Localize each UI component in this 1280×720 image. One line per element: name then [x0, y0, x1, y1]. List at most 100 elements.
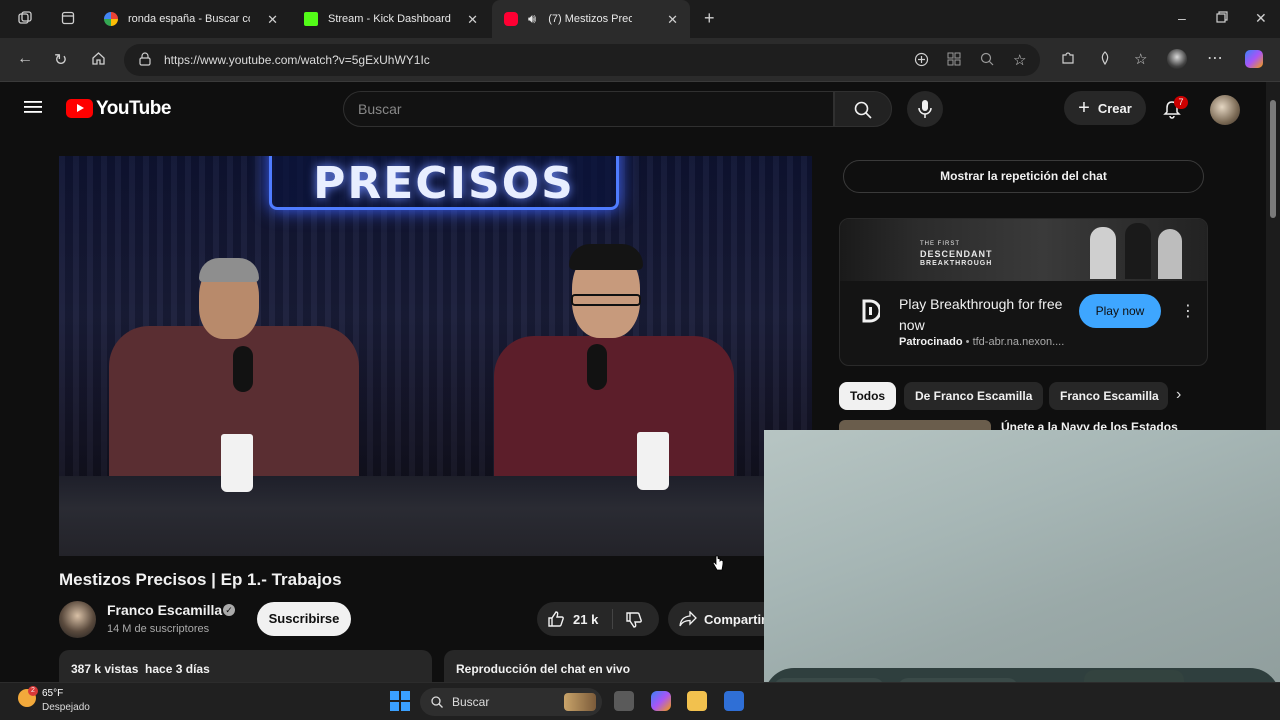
favorites-icon[interactable]: ☆	[1134, 50, 1147, 68]
ad-character-2	[1125, 223, 1151, 279]
share-icon	[679, 611, 697, 627]
neon-sign-text: PRECISOS	[313, 157, 575, 209]
chip-channel[interactable]: Franco Escamilla	[1049, 382, 1168, 410]
youtube-logo-icon[interactable]	[66, 99, 93, 118]
favorite-star-icon[interactable]: ☆	[1013, 51, 1026, 69]
host-left-hair	[199, 258, 259, 282]
copilot-app-icon[interactable]	[651, 691, 671, 711]
verified-check-icon: ✓	[223, 604, 235, 616]
extensions-icon[interactable]	[1061, 51, 1075, 65]
file-explorer-icon[interactable]	[687, 691, 707, 711]
scrollbar-thumb[interactable]	[1270, 100, 1276, 218]
tab-label: ronda españa - Buscar con	[128, 13, 250, 25]
apps-icon[interactable]	[947, 52, 961, 66]
tab-label: (7) Mestizos Precis	[548, 13, 633, 25]
cursor-hand-icon	[712, 555, 724, 571]
address-bar[interactable]: https://www.youtube.com/watch?v=5gExUhWY…	[124, 44, 1040, 76]
ad-banner-image[interactable]: THE FIRST DESCENDANT BREAKTHROUGH	[840, 219, 1207, 281]
cup-left	[221, 434, 253, 492]
close-tab-icon[interactable]: ✕	[667, 12, 678, 28]
taskbar-search-input[interactable]: Buscar	[420, 688, 602, 716]
live-chat-label: Reproducción del chat en vivo	[456, 662, 631, 676]
weather-temperature[interactable]: 65°F	[42, 688, 63, 699]
browser-essentials-icon[interactable]	[1098, 51, 1112, 65]
url-text: https://www.youtube.com/watch?v=5gExUhWY…	[164, 53, 430, 67]
studio-table	[59, 476, 812, 556]
windows-taskbar: 2 65°F Despejado Buscar	[0, 682, 1280, 720]
browser-toolbar: ← ↻ https://www.youtube.com/watch?v=5gEx…	[0, 38, 1280, 82]
search-input[interactable]: Buscar	[343, 91, 834, 127]
create-button[interactable]: + Crear	[1064, 91, 1146, 125]
account-avatar[interactable]	[1210, 95, 1240, 125]
like-count[interactable]: 21 k	[573, 612, 598, 627]
microphone-icon	[918, 100, 932, 118]
workspaces-icon[interactable]	[18, 11, 32, 25]
browser-tab-search[interactable]: ronda españa - Buscar con ✕	[92, 0, 290, 38]
search-icon	[431, 696, 443, 708]
ad-character-1	[1090, 227, 1116, 279]
close-window-icon[interactable]: ✕	[1255, 10, 1267, 27]
weather-description[interactable]: Despejado	[42, 702, 90, 713]
ad-meta: Patrocinado • tfd-abr.na.nexon....	[899, 336, 1064, 348]
meta-dot: •	[965, 336, 973, 348]
youtube-logo-text[interactable]: YouTube	[96, 98, 171, 120]
host-right-glasses	[571, 294, 641, 306]
ad-banner-line-1: THE FIRST	[920, 241, 960, 247]
dislike-icon[interactable]	[625, 611, 643, 629]
search-highlight-icon	[564, 693, 596, 711]
ad-title[interactable]: Play Breakthrough for free now	[899, 294, 1069, 336]
like-icon[interactable]	[547, 610, 565, 628]
new-tab-icon[interactable]: +	[704, 8, 715, 29]
video-title: Mestizos Precisos | Ep 1.- Trabajos	[59, 570, 342, 589]
zoom-icon[interactable]	[980, 52, 994, 66]
like-dislike-group: 21 k	[537, 602, 659, 636]
channel-name[interactable]: Franco Escamilla	[107, 602, 222, 618]
create-label: Crear	[1097, 100, 1132, 116]
sponsored-ad-card[interactable]: THE FIRST DESCENDANT BREAKTHROUGH Play B…	[839, 218, 1208, 366]
speaker-icon[interactable]: 🔊︎	[528, 11, 536, 27]
advertiser-logo-icon	[862, 299, 882, 325]
ad-more-options-icon[interactable]: ⋮	[1180, 301, 1196, 321]
taskbar-search-label: Buscar	[452, 695, 490, 709]
close-tab-icon[interactable]: ✕	[267, 12, 278, 28]
microphone-left	[233, 346, 253, 392]
translate-icon[interactable]	[914, 52, 929, 67]
browser-tab-strip: ronda españa - Buscar con ✕ Stream - Kic…	[0, 0, 1280, 38]
chip-from-channel[interactable]: De Franco Escamilla	[904, 382, 1044, 410]
youtube-favicon-icon	[504, 12, 518, 26]
chip-all[interactable]: Todos	[839, 382, 897, 410]
divider	[612, 609, 613, 629]
home-icon[interactable]	[91, 51, 106, 66]
subscribe-button[interactable]: Suscribirse	[257, 602, 351, 636]
more-icon[interactable]: ⋯	[1207, 48, 1223, 68]
ad-banner-line-2: DESCENDANT	[920, 249, 993, 259]
profile-avatar[interactable]	[1167, 49, 1187, 69]
video-player[interactable]: PRECISOS	[59, 156, 812, 556]
search-button[interactable]	[834, 91, 892, 127]
menu-icon[interactable]	[24, 100, 42, 114]
subscriber-count: 14 M de suscriptores	[107, 623, 210, 635]
play-now-button[interactable]: Play now	[1079, 294, 1161, 328]
voice-search-button[interactable]	[907, 91, 943, 127]
close-tab-icon[interactable]: ✕	[467, 12, 478, 28]
maximize-icon[interactable]	[1216, 11, 1228, 23]
ad-character-3	[1158, 229, 1182, 279]
browser-tab-youtube[interactable]: 🔊︎ (7) Mestizos Precis ✕	[492, 0, 690, 38]
copilot-icon[interactable]	[1245, 50, 1263, 68]
site-info-icon[interactable]	[139, 52, 151, 66]
channel-avatar[interactable]	[59, 601, 96, 638]
minimize-icon[interactable]: –	[1178, 10, 1186, 26]
reload-icon[interactable]: ↻	[54, 50, 67, 70]
start-windows-icon[interactable]	[390, 691, 410, 711]
chevron-right-icon[interactable]: ›	[1176, 386, 1181, 404]
ad-domain: tfd-abr.na.nexon....	[972, 336, 1065, 348]
host-right-shirt	[494, 336, 734, 496]
back-icon[interactable]: ←	[17, 50, 33, 68]
show-chat-replay-button[interactable]: Mostrar la repetición del chat	[843, 160, 1204, 193]
browser-tab-kick[interactable]: Stream - Kick Dashboard ✕	[292, 0, 490, 38]
share-label: Compartir	[704, 612, 767, 627]
tab-actions-icon[interactable]	[61, 11, 75, 25]
task-view-icon[interactable]	[614, 691, 634, 711]
tab-label: Stream - Kick Dashboard	[328, 13, 451, 25]
microsoft-store-icon[interactable]	[724, 691, 744, 711]
